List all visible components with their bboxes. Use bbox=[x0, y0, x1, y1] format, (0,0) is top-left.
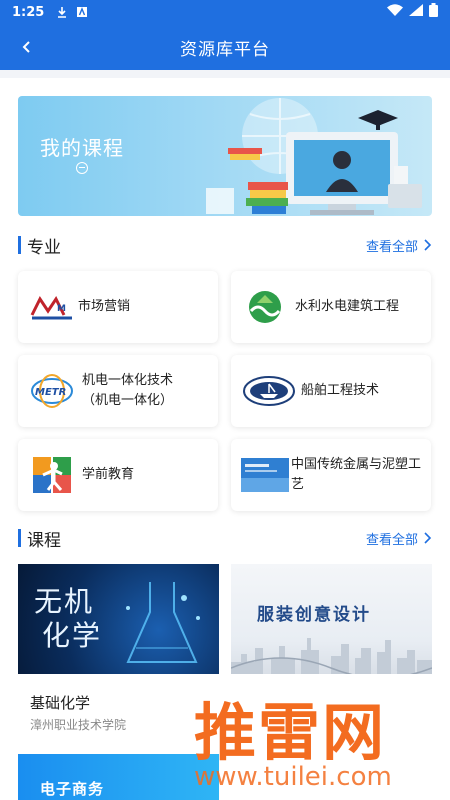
traditional-craft-cover-icon bbox=[241, 457, 289, 493]
banner-title: 我的课程 bbox=[40, 136, 124, 160]
major-card[interactable]: METR 机电一体化技术（机电一体化） bbox=[18, 355, 218, 427]
course-cover[interactable]: 无机 化学 bbox=[18, 564, 219, 674]
app-notification-icon bbox=[76, 6, 88, 18]
course-cover[interactable]: 服装创意设计 bbox=[231, 564, 432, 674]
online-learning-illustration bbox=[206, 98, 422, 215]
signal-icon bbox=[409, 4, 423, 20]
courses-section-header: 课程 查看全部 bbox=[18, 527, 432, 551]
ship-engineering-logo-icon bbox=[243, 373, 295, 409]
battery-icon bbox=[429, 3, 438, 21]
download-icon bbox=[56, 6, 68, 18]
city-skyline-illustration bbox=[231, 638, 432, 674]
section-accent-bar bbox=[18, 236, 21, 254]
wifi-icon bbox=[387, 4, 403, 20]
status-time: 1:25 bbox=[12, 4, 45, 20]
app-bar: 资源库平台 bbox=[0, 24, 450, 70]
majors-section-header: 专业 查看全部 bbox=[18, 234, 432, 258]
mechatronics-logo-icon: METR bbox=[30, 373, 74, 409]
svg-text:M: M bbox=[57, 304, 66, 314]
section-accent-bar bbox=[18, 529, 21, 547]
my-courses-banner[interactable]: 我的课程 bbox=[18, 96, 432, 216]
watermark-title: 推雷网 bbox=[194, 696, 387, 769]
course-school: 漳州职业技术学院 bbox=[30, 718, 127, 732]
major-label: 水利水电建筑工程 bbox=[295, 299, 400, 314]
flask-illustration bbox=[126, 582, 200, 663]
majors-title: 专业 bbox=[27, 237, 61, 258]
svg-text:METR: METR bbox=[35, 387, 66, 398]
watermark-url: www.tuilei.com bbox=[194, 762, 392, 792]
course-cover-title-line2: 化学 bbox=[42, 619, 103, 652]
course-name: 基础化学 bbox=[30, 694, 91, 712]
view-all-label: 查看全部 bbox=[365, 532, 418, 548]
water-conservancy-logo-icon bbox=[243, 289, 287, 325]
course-cover-title: 服装创意设计 bbox=[257, 605, 371, 625]
major-card[interactable]: 中国传统金属与泥塑工艺 bbox=[231, 439, 431, 511]
majors-view-all-link[interactable]: 查看全部 bbox=[366, 236, 432, 255]
back-arrow-icon[interactable] bbox=[14, 34, 40, 60]
view-all-label: 查看全部 bbox=[365, 239, 418, 255]
marketing-logo-icon: M bbox=[30, 289, 76, 325]
major-card[interactable]: M 市场营销 bbox=[18, 271, 218, 343]
status-bar: 1:25 bbox=[0, 0, 450, 24]
major-label: 中国传统金属与泥塑工艺 bbox=[291, 457, 422, 492]
main-content: 我的课程 专业 查看全部 M 市场营销 水利水电建筑工程 METR 机电一体化技… bbox=[0, 78, 450, 800]
chevron-right-icon bbox=[424, 239, 432, 251]
preschool-education-logo-icon bbox=[30, 457, 74, 493]
major-card[interactable]: 学前教育 bbox=[18, 439, 218, 511]
courses-view-all-link[interactable]: 查看全部 bbox=[366, 529, 432, 548]
major-card[interactable]: 船舶工程技术 bbox=[231, 355, 431, 427]
major-label: 机电一体化技术（机电一体化） bbox=[82, 373, 174, 408]
chevron-right-icon bbox=[424, 532, 432, 544]
major-card[interactable]: 水利水电建筑工程 bbox=[231, 271, 431, 343]
arrow-circle-icon bbox=[76, 162, 88, 174]
watermark: 推雷网 www.tuilei.com bbox=[180, 676, 450, 800]
major-label: 学前教育 bbox=[82, 467, 135, 482]
major-label: 市场营销 bbox=[78, 299, 131, 314]
course-cover-title: 电子商务 bbox=[40, 780, 105, 798]
courses-title: 课程 bbox=[27, 530, 61, 551]
page-title: 资源库平台 bbox=[180, 39, 270, 60]
major-label: 船舶工程技术 bbox=[301, 383, 380, 398]
